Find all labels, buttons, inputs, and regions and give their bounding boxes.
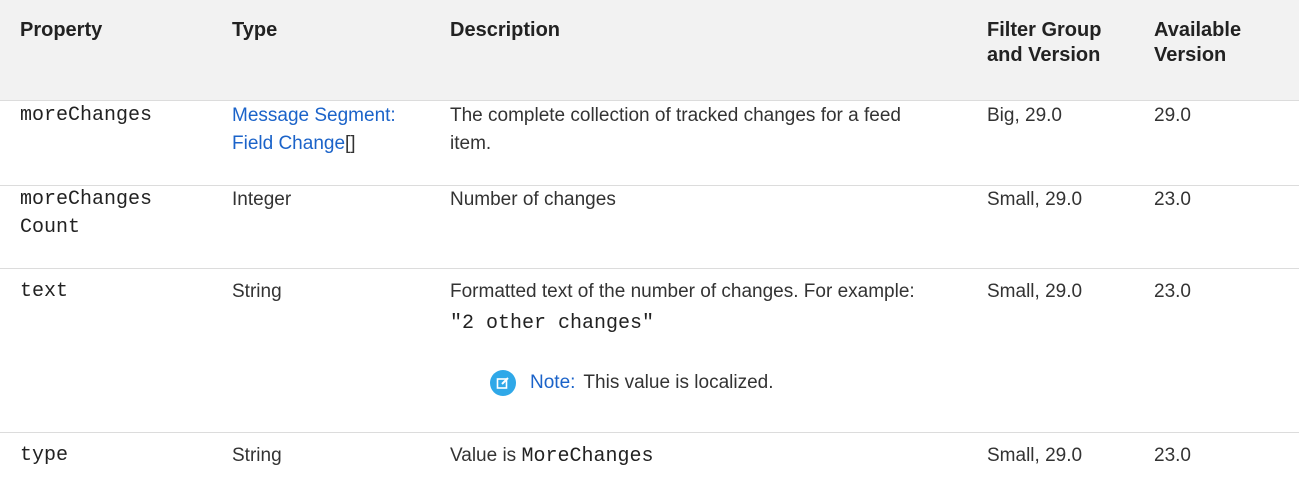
- row-2-property-line2: Count: [20, 216, 81, 239]
- row-3-property: text: [20, 280, 69, 303]
- property-table: Property Type Description Filter Group a…: [0, 0, 1299, 482]
- row-2-filter: Small, 29.0: [987, 189, 1083, 210]
- note-text: This value is localized.: [583, 372, 774, 393]
- row-divider: [0, 100, 1299, 101]
- row-1-description: The complete collection of tracked chang…: [450, 102, 970, 158]
- field-change-link-line1[interactable]: Message Segment:: [232, 105, 396, 126]
- header-filter-line2: and Version: [987, 44, 1101, 66]
- row-2-type: Integer: [232, 189, 292, 210]
- header-filter-line1: Filter Group: [987, 19, 1102, 41]
- row-4-type: String: [232, 445, 282, 466]
- header-type: Type: [232, 19, 278, 41]
- row-2-description: Number of changes: [450, 189, 616, 210]
- header-available-line2: Version: [1154, 44, 1227, 66]
- row-2-property: moreChanges Count: [20, 186, 152, 242]
- row-1-filter: Big, 29.0: [987, 105, 1062, 126]
- row-1-type: Message Segment: Field Change[]: [232, 102, 396, 158]
- table-header: [0, 0, 1299, 100]
- row-4-available: 23.0: [1154, 445, 1191, 466]
- array-suffix: []: [345, 133, 356, 154]
- row-4-description: Value is MoreChanges: [450, 442, 654, 471]
- row-1-property: moreChanges: [20, 104, 153, 127]
- field-change-link-line2[interactable]: Field Change: [232, 133, 345, 154]
- row-2-available: 23.0: [1154, 189, 1191, 210]
- row-3-type: String: [232, 281, 282, 302]
- row-1-available: 29.0: [1154, 105, 1191, 126]
- row-divider: [0, 185, 1299, 186]
- row-3-description: Formatted text of the number of changes.…: [450, 278, 980, 338]
- row-divider: [0, 432, 1299, 433]
- row-4-property: type: [20, 444, 69, 467]
- row-4-filter: Small, 29.0: [987, 445, 1083, 466]
- header-description: Description: [450, 19, 561, 41]
- row-1-description-line1: The complete collection of tracked chang…: [450, 105, 901, 126]
- row-1-description-line2: item.: [450, 133, 492, 154]
- row-divider: [0, 268, 1299, 269]
- row-3-description-text: Formatted text of the number of changes.…: [450, 281, 915, 302]
- note-label: Note:: [530, 372, 576, 393]
- header-property: Property: [20, 19, 103, 41]
- row-4-description-code: MoreChanges: [521, 445, 654, 468]
- row-4-description-prefix: Value is: [450, 445, 522, 466]
- note-callout: Note: This value is localized.: [490, 368, 774, 398]
- header-available-version: Available Version: [1154, 18, 1241, 68]
- row-3-description-code: "2 other changes": [450, 312, 655, 335]
- header-available-line1: Available: [1154, 19, 1242, 41]
- header-filter-group: Filter Group and Version: [987, 18, 1101, 68]
- edit-note-icon: [490, 370, 516, 396]
- row-3-filter: Small, 29.0: [987, 281, 1083, 302]
- row-2-property-line1: moreChanges: [20, 188, 153, 211]
- row-3-available: 23.0: [1154, 281, 1191, 302]
